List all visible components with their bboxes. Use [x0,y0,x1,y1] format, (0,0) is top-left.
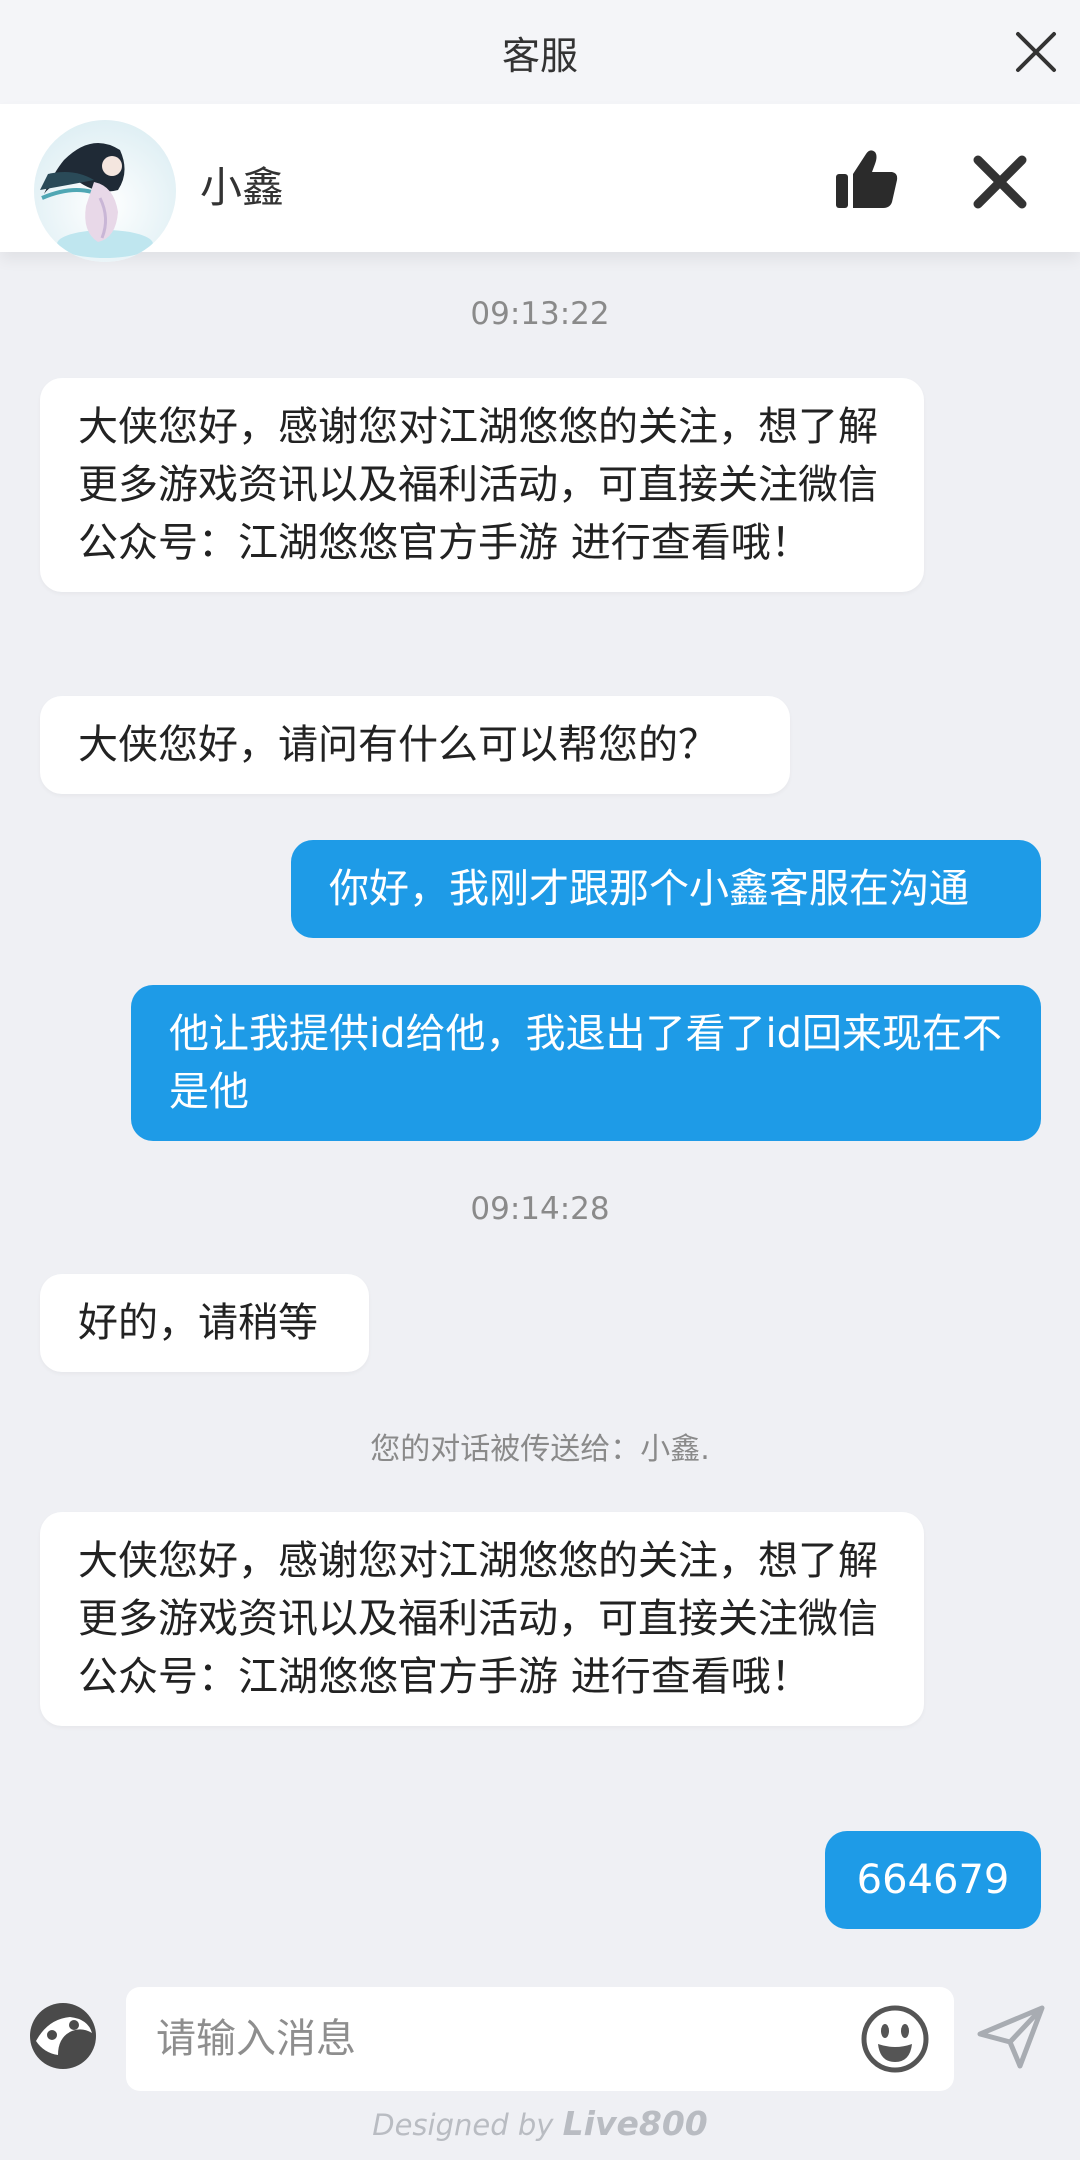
close-icon [973,155,1027,209]
emoji-button[interactable] [860,2004,930,2074]
thumbs-up-icon [836,150,898,208]
mascot-button[interactable] [28,2001,98,2071]
user-message: 你好，我刚才跟那个小鑫客服在沟通 [291,840,1041,938]
close-icon [1016,32,1056,72]
message-input[interactable] [126,1987,954,2091]
send-icon [977,2005,1045,2069]
send-button[interactable] [976,2004,1046,2070]
user-message: 664679 [825,1831,1041,1929]
emoji-icon [861,2005,929,2073]
transfer-notice: 您的对话被传送给：小鑫. [370,1432,710,1467]
agent-message: 好的，请稍等 [40,1274,369,1372]
agent-message: 大侠您好，感谢您对江湖悠悠的关注，想了解更多游戏资讯以及福利活动，可直接关注微信… [40,1512,924,1726]
timestamp: 09:13:22 [470,296,610,332]
like-button[interactable] [832,144,902,214]
footer-branding: Designed by Live800 [0,2104,1080,2143]
timestamp: 09:14:28 [470,1191,610,1227]
user-message: 他让我提供id给他，我退出了看了id回来现在不是他 [131,985,1041,1141]
mascot-icon [30,2003,96,2069]
close-window-button[interactable] [1006,22,1066,82]
footer-prefix: Designed by [372,2108,563,2142]
end-chat-button[interactable] [968,150,1032,214]
page-title: 客服 [501,33,578,78]
agent-name: 小鑫 [200,163,285,212]
agent-message: 大侠您好，感谢您对江湖悠悠的关注，想了解更多游戏资讯以及福利活动，可直接关注微信… [40,378,924,592]
avatar [34,120,176,262]
input-bar [0,1968,1080,2108]
agent-header: 小鑫 [0,104,1080,262]
footer-brand: Live800 [562,2104,708,2143]
agent-message: 大侠您好，请问有什么可以帮您的？ [40,696,790,794]
top-bar: 客服 [0,0,1080,104]
